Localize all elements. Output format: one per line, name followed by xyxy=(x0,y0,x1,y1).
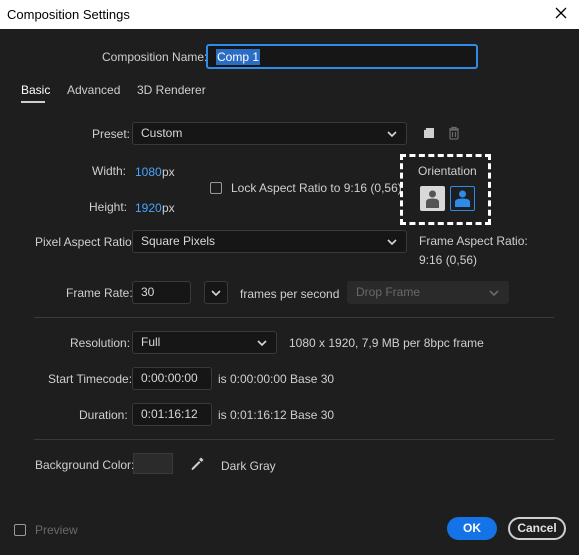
frame-rate-dropdown[interactable] xyxy=(204,281,228,304)
tab-3d-renderer[interactable]: 3D Renderer xyxy=(137,83,206,97)
chevron-down-icon xyxy=(387,239,397,246)
title-bar: Composition Settings xyxy=(0,0,579,29)
composition-name-label: Composition Name: xyxy=(102,50,208,64)
duration-input[interactable]: 0:01:16:12 xyxy=(132,403,212,426)
height-value[interactable]: 1920 xyxy=(135,201,162,215)
save-preset-icon[interactable] xyxy=(423,126,437,140)
chevron-down-icon xyxy=(387,131,397,138)
height-label: Height: xyxy=(89,200,128,214)
chevron-down-icon xyxy=(211,290,221,297)
width-label: Width: xyxy=(92,164,127,178)
divider xyxy=(34,439,554,440)
duration-value: 0:01:16:12 xyxy=(141,407,198,421)
pixel-aspect-label: Pixel Aspect Ratio: xyxy=(35,235,136,249)
portrait-person-icon xyxy=(426,190,439,208)
preview-label: Preview xyxy=(35,523,78,537)
tab-basic[interactable]: Basic xyxy=(21,83,50,97)
landscape-orientation-button[interactable] xyxy=(450,186,475,211)
resolution-label: Resolution: xyxy=(70,336,131,350)
portrait-orientation-button[interactable] xyxy=(420,186,445,211)
ok-button[interactable]: OK xyxy=(447,517,497,540)
cancel-button[interactable]: Cancel xyxy=(508,517,566,540)
resolution-dropdown[interactable]: Full xyxy=(132,331,277,354)
background-color-swatch[interactable] xyxy=(133,453,173,474)
lock-aspect-label: Lock Aspect Ratio to 9:16 (0,56) xyxy=(231,181,402,195)
window-title: Composition Settings xyxy=(7,7,130,22)
frame-aspect-value: 9:16 (0,56) xyxy=(419,253,478,267)
background-color-name: Dark Gray xyxy=(221,459,276,473)
start-timecode-input[interactable]: 0:00:00:00 xyxy=(132,367,212,390)
width-unit: px xyxy=(162,165,175,179)
trash-icon[interactable] xyxy=(447,126,461,140)
preview-checkbox[interactable] xyxy=(14,524,26,536)
start-timecode-label: Start Timecode: xyxy=(48,372,133,386)
lock-aspect-checkbox[interactable] xyxy=(210,182,222,194)
start-timecode-info: is 0:00:00:00 Base 30 xyxy=(218,372,335,386)
divider xyxy=(34,317,554,318)
orientation-label: Orientation xyxy=(418,164,477,178)
resolution-value: Full xyxy=(141,335,161,349)
pixel-aspect-value: Square Pixels xyxy=(141,234,216,248)
width-value[interactable]: 1080 xyxy=(135,165,162,179)
frame-rate-unit: frames per second xyxy=(240,287,340,301)
tab-advanced[interactable]: Advanced xyxy=(67,83,120,97)
duration-label: Duration: xyxy=(79,408,128,422)
drop-frame-value: Drop Frame xyxy=(356,285,421,299)
pixel-aspect-dropdown[interactable]: Square Pixels xyxy=(132,230,407,253)
tab-basic-underline xyxy=(21,101,45,103)
preset-label: Preset: xyxy=(92,127,131,141)
chevron-down-icon xyxy=(489,290,499,297)
composition-name-input[interactable]: Comp 1 xyxy=(206,44,478,69)
frame-rate-input[interactable]: 30 xyxy=(132,281,191,304)
orientation-highlight: Orientation xyxy=(400,154,491,225)
chevron-down-icon xyxy=(257,340,267,347)
eyedropper-icon[interactable] xyxy=(190,456,205,471)
frame-rate-value: 30 xyxy=(141,285,155,299)
duration-info: is 0:01:16:12 Base 30 xyxy=(218,408,335,422)
background-color-label: Background Color: xyxy=(35,458,135,472)
start-timecode-value: 0:00:00:00 xyxy=(141,371,198,385)
preset-dropdown[interactable]: Custom xyxy=(132,122,407,145)
frame-aspect-label: Frame Aspect Ratio: xyxy=(419,234,528,248)
drop-frame-dropdown: Drop Frame xyxy=(347,281,509,304)
frame-rate-label: Frame Rate: xyxy=(66,286,133,300)
landscape-person-icon xyxy=(455,190,470,207)
resolution-info: 1080 x 1920, 7,9 MB per 8bpc frame xyxy=(289,336,484,350)
height-unit: px xyxy=(162,201,175,215)
close-icon[interactable] xyxy=(553,5,569,21)
composition-name-value: Comp 1 xyxy=(216,49,261,65)
preset-value: Custom xyxy=(141,126,183,140)
